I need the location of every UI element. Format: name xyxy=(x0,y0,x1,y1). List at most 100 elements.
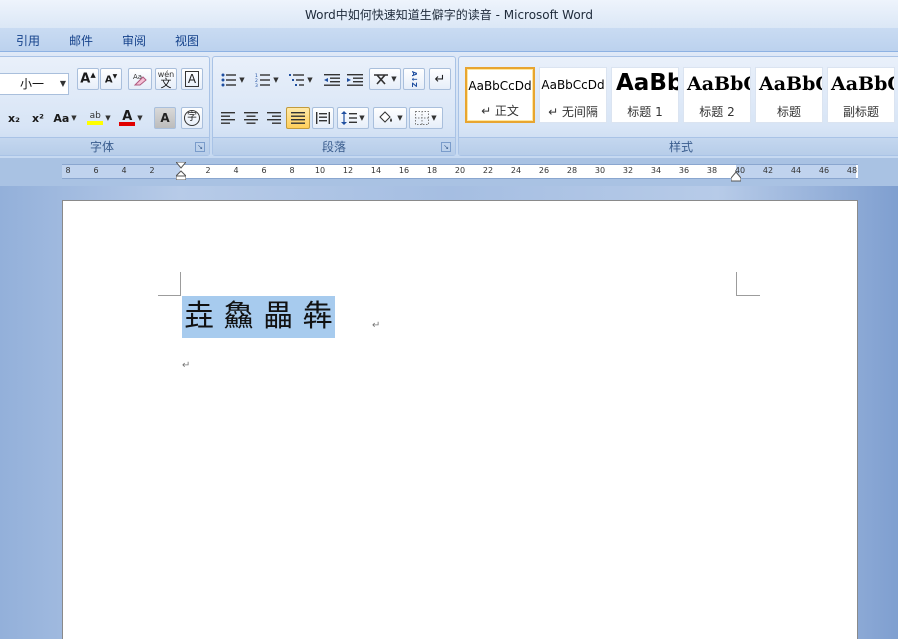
ruler-number: 28 xyxy=(566,166,578,175)
crop-mark-top-right xyxy=(736,272,760,296)
paragraph-group-label: 段落 xyxy=(213,137,455,155)
chevron-down-icon: ▼ xyxy=(71,114,77,122)
align-center-icon xyxy=(244,112,258,124)
dialog-launcher-icon[interactable]: ↘ xyxy=(441,142,451,152)
enclose-characters-button[interactable]: 字 xyxy=(181,107,203,129)
grow-font-button[interactable]: A▲ xyxy=(77,68,99,90)
bullets-button[interactable]: ▼ xyxy=(217,69,249,91)
character-border-button[interactable]: A xyxy=(181,68,203,90)
title-bar: Word中如何快速知道生僻字的读音 - Microsoft Word xyxy=(0,0,898,28)
ribbon-tabs: 引用 邮件 审阅 视图 xyxy=(0,28,898,52)
ruler-number: 4 xyxy=(233,166,239,175)
sort-icon: A↓Z xyxy=(410,70,418,88)
sort-button[interactable]: A↓Z xyxy=(403,68,425,90)
ruler-number: 26 xyxy=(538,166,550,175)
ruler-number: 24 xyxy=(510,166,522,175)
chevron-down-icon: ▼ xyxy=(397,114,403,122)
align-left-button[interactable] xyxy=(217,107,239,129)
ruler-number: 44 xyxy=(790,166,802,175)
ruler-number: 42 xyxy=(762,166,774,175)
subscript-button[interactable]: x₂ xyxy=(3,107,25,129)
superscript-button[interactable]: x² xyxy=(27,107,49,129)
watermark-brand: Baidu经验 xyxy=(692,568,856,603)
right-indent-marker-icon[interactable] xyxy=(731,168,741,186)
borders-button[interactable]: ▼ xyxy=(409,107,443,129)
numbering-button[interactable]: 1 2 3 ▼ xyxy=(251,69,283,91)
chevron-down-icon: ▼ xyxy=(307,76,313,84)
tab-references[interactable]: 引用 xyxy=(16,32,40,49)
line-spacing-button[interactable]: ▼ xyxy=(337,107,369,129)
style-heading-2[interactable]: AaBbC 标题 2 xyxy=(683,67,751,123)
tab-mailings[interactable]: 邮件 xyxy=(69,32,93,49)
shading-button[interactable]: ▼ xyxy=(373,107,407,129)
tab-review[interactable]: 审阅 xyxy=(122,32,146,49)
increase-indent-button[interactable] xyxy=(344,69,366,91)
ruler-number: 22 xyxy=(482,166,494,175)
align-center-button[interactable] xyxy=(240,107,262,129)
superscript-icon: x² xyxy=(32,111,44,125)
paragraph-group: ▼ 1 2 3 ▼ ▼ ▼ A↓Z ↵ ▼ ▼ ▼ 段落 ↘ xyxy=(212,56,456,156)
ruler-area: 8 6 4 2 2 4 6 8 10 12 14 16 18 20 22 24 26 28 30 32 34 36 38 40… xyxy=(0,158,898,186)
window-title: Word中如何快速知道生僻字的读音 - Microsoft Word xyxy=(304,7,594,22)
shrink-font-button[interactable]: A▼ xyxy=(100,68,122,90)
chinese-layout-button[interactable]: ▼ xyxy=(369,68,401,90)
svg-text:3: 3 xyxy=(255,83,258,87)
change-case-button[interactable]: Aa ▼ xyxy=(51,107,79,129)
ruler-number: 38 xyxy=(706,166,718,175)
ruler-number: 20 xyxy=(454,166,466,175)
line-spacing-icon xyxy=(341,111,358,125)
style-heading-1[interactable]: AaBb 标题 1 xyxy=(611,67,679,123)
ruler-number: 36 xyxy=(678,166,690,175)
pilcrow-icon: ↵ xyxy=(434,71,446,87)
ruler-number: 8 xyxy=(289,166,295,175)
first-line-indent-marker-icon[interactable] xyxy=(176,162,186,180)
align-right-button[interactable] xyxy=(263,107,285,129)
chevron-down-icon: ▼ xyxy=(391,75,397,83)
style-normal[interactable]: AaBbCcDd ↵ 正文 xyxy=(465,67,535,123)
style-sample: AaBbC xyxy=(831,73,894,95)
ruler-number: 6 xyxy=(261,166,267,175)
decrease-indent-icon xyxy=(324,74,340,86)
chevron-down-icon: ▼ xyxy=(105,114,111,122)
change-case-icon: Aa xyxy=(53,111,70,125)
font-size-combo[interactable]: 小一 ▼ xyxy=(0,73,69,95)
ruler-number: 12 xyxy=(342,166,354,175)
style-name: 标题 2 xyxy=(699,105,735,119)
ruler-number: 2 xyxy=(205,166,211,175)
shrink-font-icon: A▼ xyxy=(104,72,118,86)
style-name: 副标题 xyxy=(842,105,879,119)
phonetic-char: 文 xyxy=(160,77,172,90)
distributed-icon xyxy=(316,112,330,124)
character-shading-icon: A xyxy=(160,111,170,125)
font-color-icon: A xyxy=(119,110,136,126)
selected-text[interactable]: 垚 鱻 畾 犇 xyxy=(182,296,335,338)
justify-button[interactable] xyxy=(286,107,310,129)
font-size-value: 小一 xyxy=(20,77,45,91)
increase-indent-icon xyxy=(347,74,363,86)
multilevel-list-button[interactable]: ▼ xyxy=(285,69,317,91)
style-title[interactable]: AaBbC 标题 xyxy=(755,67,823,123)
character-shading-button[interactable]: A xyxy=(154,107,176,129)
style-subtitle[interactable]: AaBbC 副标题 xyxy=(827,67,895,123)
ruler-number: 4 xyxy=(121,166,127,175)
font-color-button[interactable]: A ▼ xyxy=(116,107,146,129)
chinese-layout-icon xyxy=(374,74,389,85)
chevron-down-icon: ▼ xyxy=(59,79,66,88)
distributed-button[interactable] xyxy=(312,107,334,129)
ruler-number: 16 xyxy=(398,166,410,175)
styles-group: AaBbCcDd ↵ 正文 AaBbCcDd ↵ 无间隔 AaBb 标题 1 A… xyxy=(458,56,898,156)
phonetic-guide-button[interactable]: wén 文 xyxy=(155,68,177,90)
enclose-characters-icon: 字 xyxy=(184,110,200,126)
highlight-color-button[interactable]: ab ▼ xyxy=(83,107,115,129)
dialog-launcher-icon[interactable]: ↘ xyxy=(195,142,205,152)
style-sample: AaBbCcDd xyxy=(541,78,605,92)
clear-format-button[interactable]: Aa xyxy=(128,68,152,90)
show-hide-marks-button[interactable]: ↵ xyxy=(429,68,451,90)
clear-format-icon: Aa xyxy=(133,73,147,86)
style-sample: AaBbCcDd xyxy=(468,79,532,93)
align-right-icon xyxy=(267,112,281,124)
tab-view[interactable]: 视图 xyxy=(175,32,199,49)
style-no-spacing[interactable]: AaBbCcDd ↵ 无间隔 xyxy=(539,67,607,123)
decrease-indent-button[interactable] xyxy=(321,69,343,91)
ruler-number: 34 xyxy=(650,166,662,175)
